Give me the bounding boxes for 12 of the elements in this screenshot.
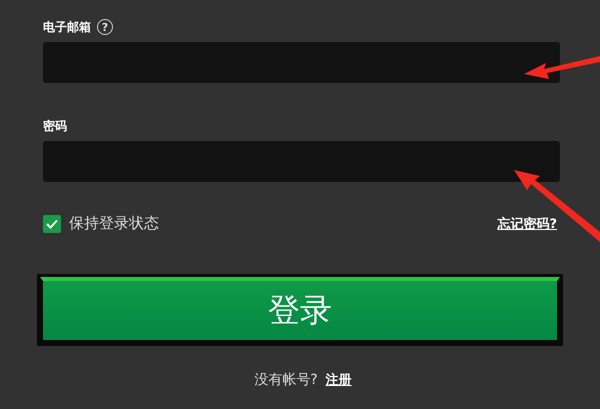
password-field[interactable] (43, 141, 560, 182)
forgot-password-link[interactable]: 忘记密码? (497, 214, 557, 232)
help-icon[interactable]: ? (97, 19, 113, 35)
field-label: 电子邮箱 (43, 18, 91, 36)
checkmark-icon (46, 218, 58, 228)
email-field[interactable] (43, 42, 560, 83)
checkbox[interactable] (43, 214, 61, 232)
checkbox-label: 保持登录状态 (69, 214, 159, 233)
login-button[interactable]: 登录 (40, 277, 560, 343)
signup-link[interactable]: 注册 (326, 371, 352, 389)
signup-prompt: 没有帐号? (254, 371, 318, 389)
field-label: 密码 (43, 118, 67, 134)
